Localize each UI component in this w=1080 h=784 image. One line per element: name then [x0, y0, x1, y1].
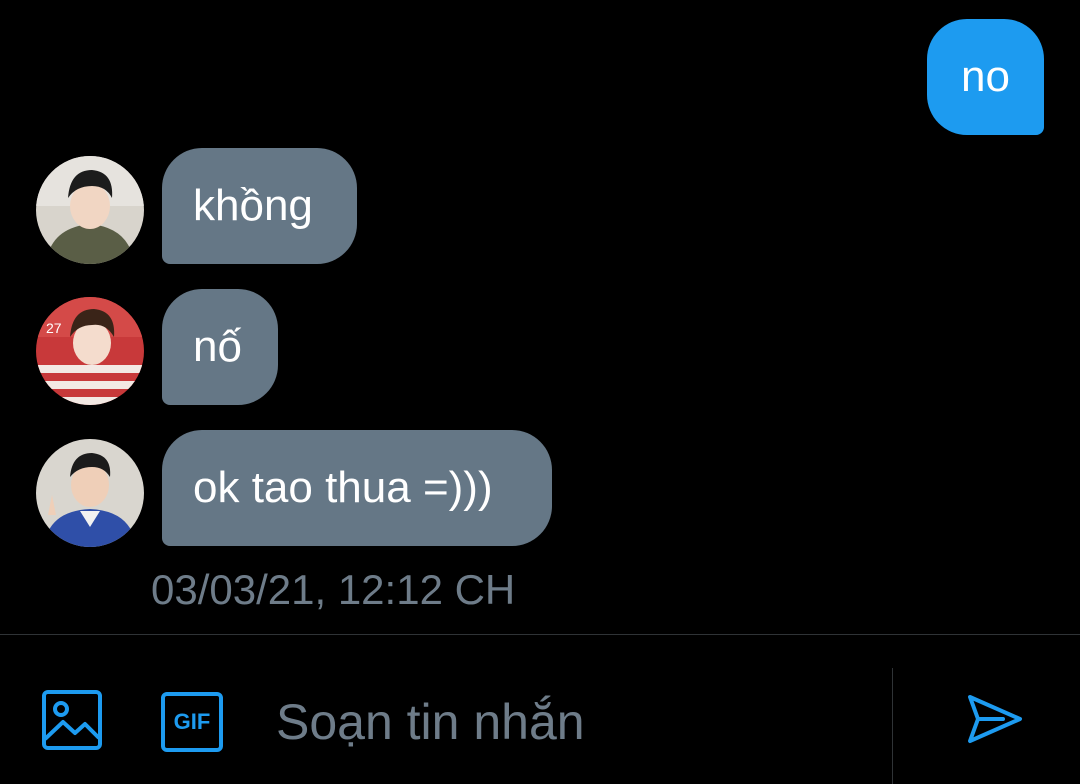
message-text: ok tao thua =))): [193, 463, 493, 512]
send-button[interactable]: [964, 690, 1026, 752]
composer-divider: [0, 634, 1080, 635]
gif-label: GIF: [173, 709, 211, 734]
avatar[interactable]: 27: [36, 297, 144, 405]
message-bubble-incoming[interactable]: khồng: [162, 148, 357, 264]
add-image-button[interactable]: [40, 689, 104, 756]
message-bubble-outgoing[interactable]: no: [927, 19, 1044, 135]
image-icon: [41, 689, 103, 756]
message-bubble-incoming[interactable]: nố: [162, 289, 278, 405]
dm-conversation: no khồng 27 nố ok tao thua =))) 03/03/21…: [0, 0, 1080, 784]
message-timestamp: 03/03/21, 12:12 CH: [151, 566, 516, 613]
gif-icon: GIF: [160, 691, 224, 753]
message-text: no: [961, 52, 1010, 101]
message-text: nố: [193, 322, 242, 371]
message-compose-input[interactable]: [276, 690, 866, 754]
add-gif-button[interactable]: GIF: [159, 690, 225, 754]
message-bubble-incoming[interactable]: ok tao thua =))): [162, 430, 552, 546]
svg-text:27: 27: [46, 320, 62, 336]
send-divider: [892, 668, 893, 784]
avatar[interactable]: [36, 156, 144, 264]
send-icon: [965, 689, 1025, 754]
message-text: khồng: [193, 181, 313, 230]
avatar[interactable]: [36, 439, 144, 547]
